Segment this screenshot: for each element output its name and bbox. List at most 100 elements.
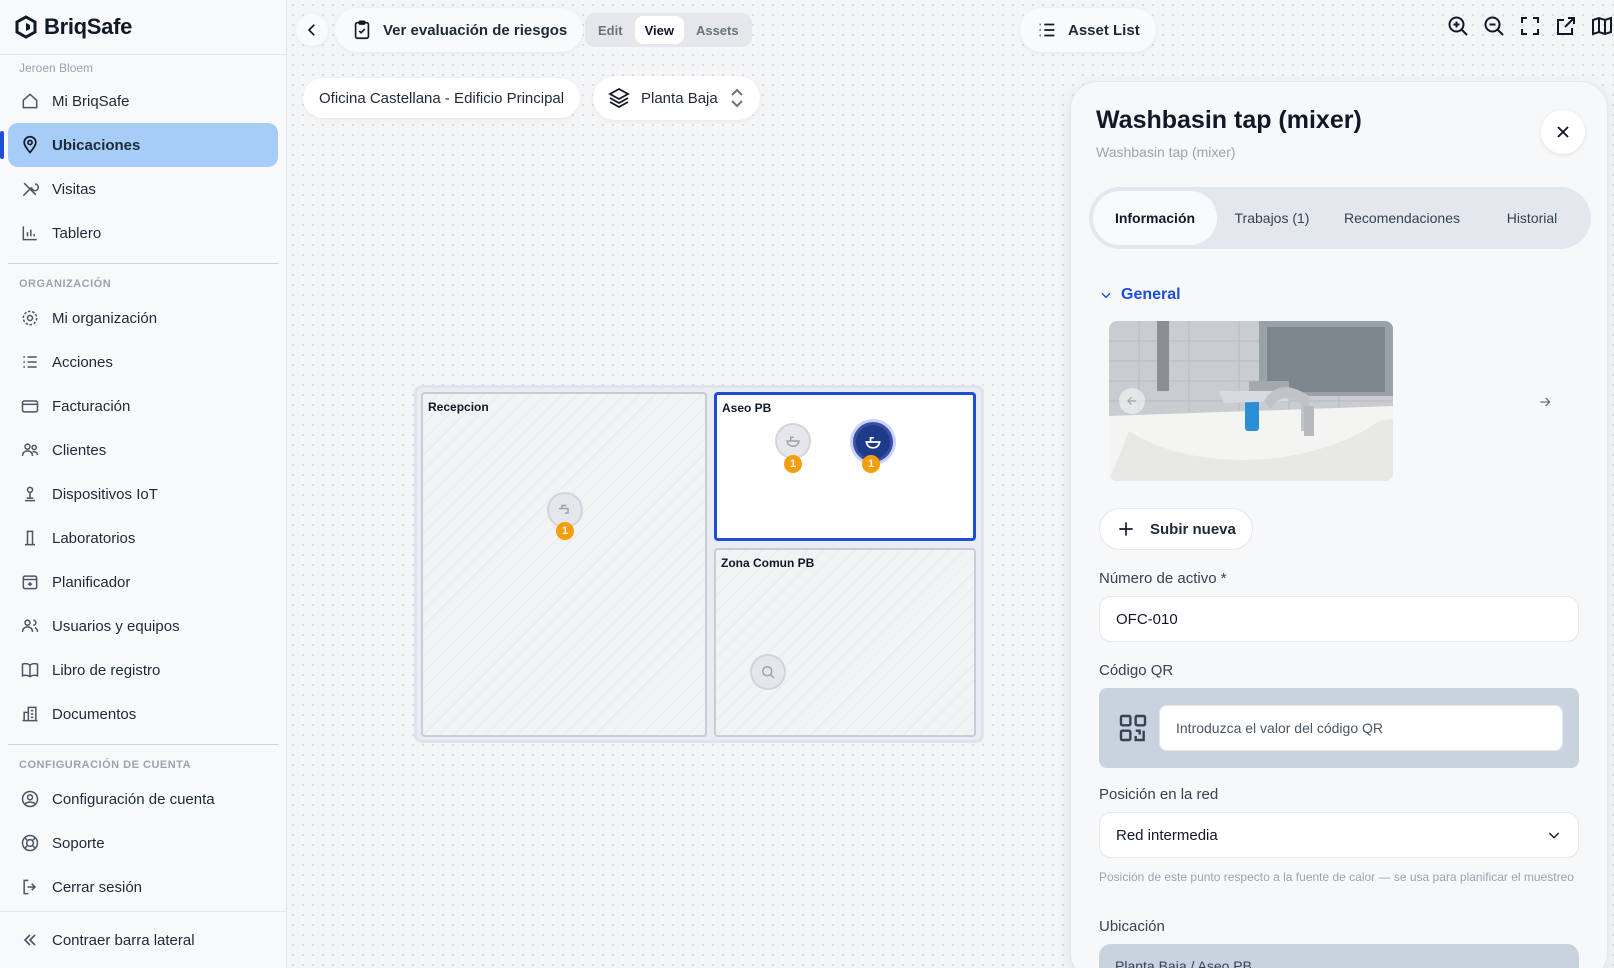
sidebar-item-mi-briqsafe[interactable]: Mi BriqSafe (8, 79, 278, 123)
layers-icon (608, 87, 630, 109)
asset-title: Washbasin tap (mixer) (1096, 106, 1362, 134)
search-icon (762, 666, 775, 679)
tab-trabajos[interactable]: Trabajos (1) (1217, 191, 1327, 245)
sidebar-item-facturacion[interactable]: Facturación (8, 384, 278, 428)
room-label: Recepcion (428, 400, 489, 414)
asset-count-badge: 1 (862, 455, 880, 473)
sidebar-item-soporte[interactable]: Soporte (8, 821, 278, 865)
qr-code-input[interactable]: Introduzca el valor del código QR (1159, 705, 1563, 751)
sidebar-item-label: Laboratorios (52, 529, 136, 547)
sidebar-item-label: Ubicaciones (52, 136, 141, 154)
asset-pin[interactable] (775, 423, 811, 459)
room-recepcion[interactable]: Recepcion 1 (421, 392, 707, 737)
lifebuoy-icon (21, 834, 39, 852)
list-icon (23, 356, 37, 368)
sidebar-item-libro-de-registro[interactable]: Libro de registro (8, 648, 278, 692)
sidebar-item-ubicaciones[interactable]: Ubicaciones (0, 123, 278, 167)
sidebar-item-tablero[interactable]: Tablero (8, 211, 278, 255)
network-position-select[interactable]: Red intermedia (1099, 812, 1579, 858)
asset-count-badge: 1 (556, 522, 574, 540)
clipboard-check-icon (354, 20, 370, 40)
flask-icon (25, 530, 35, 546)
location-label: Ubicación (1099, 918, 1165, 935)
sidebar-item-visitas[interactable]: Visitas (8, 167, 278, 211)
arrow-right-icon (1540, 397, 1551, 407)
back-button[interactable] (296, 14, 328, 46)
mode-view-button[interactable]: View (634, 16, 684, 44)
tap-icon (559, 504, 569, 514)
zoom-in-icon[interactable] (1446, 14, 1470, 38)
chevron-up-down-icon (731, 88, 743, 108)
room-label: Aseo PB (722, 401, 772, 415)
sidebar-item-label: Mi BriqSafe (52, 92, 130, 110)
view-tools (1446, 14, 1614, 38)
zoom-out-icon[interactable] (1482, 14, 1506, 38)
close-icon (1557, 126, 1569, 138)
logout-icon (23, 879, 37, 895)
building-icon (22, 706, 38, 722)
sidebar-item-documentos[interactable]: Documentos (8, 692, 278, 736)
user-circle-icon (21, 790, 39, 808)
sidebar-item-usuarios-y-equipos[interactable]: Usuarios y equipos (8, 604, 278, 648)
team-icon (21, 619, 39, 632)
sidebar-item-label: Mi organización (52, 309, 158, 327)
upload-photo-button[interactable]: Subir nueva (1099, 508, 1253, 550)
brand-logo[interactable]: BriqSafe (0, 0, 286, 55)
section-general-title: General (1121, 286, 1181, 303)
chevron-down-icon (1101, 292, 1111, 299)
floor-selector[interactable]: Planta Baja (593, 76, 760, 120)
sidebar-item-planificador[interactable]: Planificador (8, 560, 278, 604)
mode-switcher: Edit View Assets (585, 13, 752, 47)
room-aseo-pb[interactable]: Aseo PB 1 1 (714, 392, 976, 541)
section-general-toggle[interactable]: General (1099, 286, 1181, 304)
external-link-icon[interactable] (1554, 14, 1578, 38)
sidebar-item-cerrar-sesion[interactable]: Cerrar sesión (8, 865, 278, 908)
fit-screen-icon[interactable] (1518, 14, 1542, 38)
sidebar-item-label: Cerrar sesión (52, 878, 143, 896)
map-icon[interactable] (1590, 14, 1614, 38)
close-panel-button[interactable] (1541, 110, 1585, 154)
gear-icon (22, 310, 38, 326)
sidebar-item-label: Facturación (52, 397, 131, 415)
collapse-sidebar-label: Contraer barra lateral (52, 931, 195, 949)
map-pin-icon (23, 135, 37, 154)
sidebar-item-clientes[interactable]: Clientes (8, 428, 278, 472)
collapse-sidebar-button[interactable]: Contraer barra lateral (0, 911, 286, 968)
plus-icon (1119, 522, 1133, 536)
tab-recomendaciones[interactable]: Recomendaciones (1327, 191, 1477, 245)
carousel-prev-button[interactable] (1119, 388, 1145, 414)
sidebar-item-dispositivos-iot[interactable]: Dispositivos IoT (8, 472, 278, 516)
sidebar-item-label: Configuración de cuenta (52, 790, 215, 808)
network-position-value: Red intermedia (1116, 826, 1218, 844)
room-zona-comun-pb[interactable]: Zona Comun PB (714, 548, 976, 737)
asset-pin[interactable] (750, 654, 786, 690)
carousel-next-button[interactable] (1531, 388, 1559, 416)
tab-historial[interactable]: Historial (1477, 191, 1587, 245)
tab-informacion[interactable]: Información (1093, 191, 1217, 245)
asset-number-field[interactable]: OFC-010 (1099, 596, 1579, 642)
sidebar-item-acciones[interactable]: Acciones (8, 340, 278, 384)
mode-edit-button[interactable]: Edit (588, 16, 633, 44)
sidebar-item-label: Libro de registro (52, 661, 161, 679)
sidebar: BriqSafe Jeroen Bloem Mi BriqSafe Ubicac… (0, 0, 287, 968)
basin-icon (786, 436, 800, 448)
sensor-icon (25, 486, 35, 502)
chevron-left-icon (307, 24, 315, 36)
building-name: Oficina Castellana - Edificio Principal (319, 89, 565, 107)
sidebar-item-mi-organizacion[interactable]: Mi organización (8, 296, 278, 340)
asset-photo[interactable] (1109, 321, 1393, 481)
mode-assets-button[interactable]: Assets (686, 16, 749, 44)
sidebar-item-configuracion-de-cuenta[interactable]: Configuración de cuenta (8, 777, 278, 821)
list-icon (1039, 23, 1055, 37)
users-icon (21, 443, 39, 456)
asset-list-button[interactable]: Asset List (1020, 8, 1156, 52)
sidebar-item-laboratorios[interactable]: Laboratorios (8, 516, 278, 560)
section-title-configuracion: CONFIGURACIÓN DE CUENTA (19, 759, 192, 771)
qr-code-icon[interactable] (1117, 712, 1149, 744)
view-risk-assessment-button[interactable]: Ver evaluación de riesgos (335, 8, 584, 52)
sidebar-item-label: Documentos (52, 705, 137, 723)
sidebar-item-label: Planificador (52, 573, 131, 591)
sidebar-item-label: Tablero (52, 224, 102, 242)
sidebar-item-label: Usuarios y equipos (52, 617, 180, 635)
building-selector[interactable]: Oficina Castellana - Edificio Principal (303, 78, 581, 118)
